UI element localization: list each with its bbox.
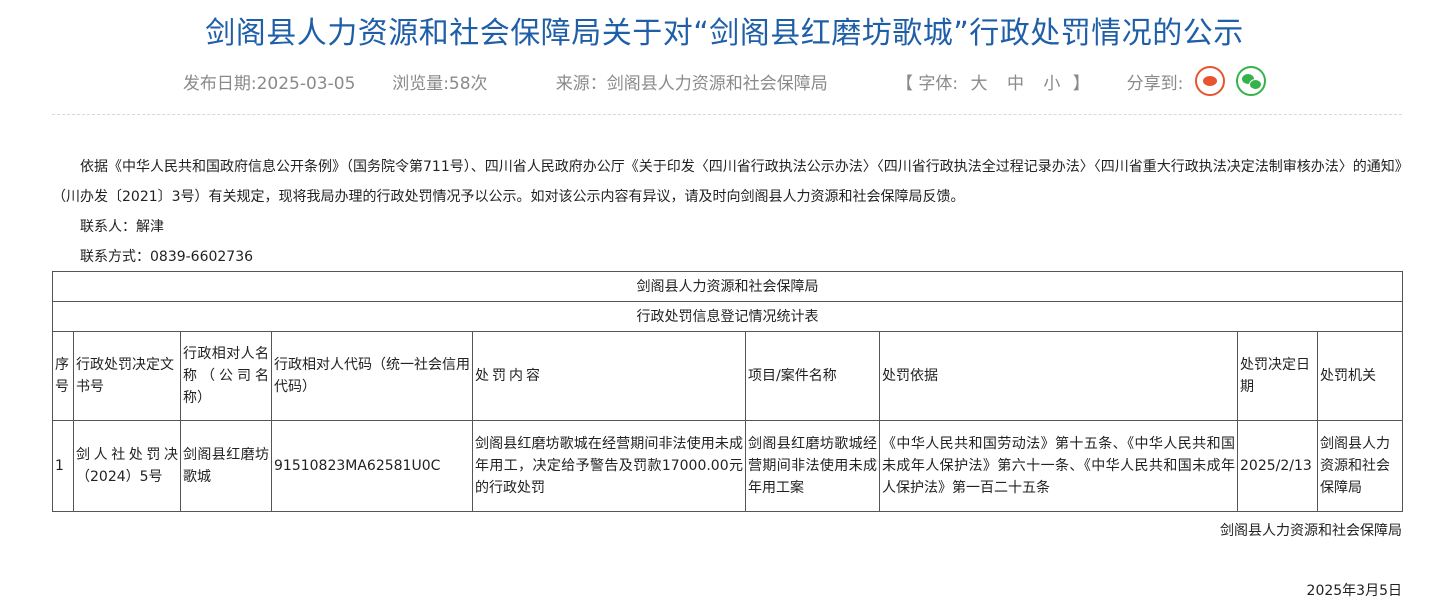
table-caption-2: 行政处罚信息登记情况统计表 bbox=[51, 301, 1404, 332]
intro-paragraph: 依据《中华人民共和国政府信息公开条例》（国务院令第711号）、四川省人民政府办公… bbox=[52, 159, 1402, 205]
publish-date: 发布日期:2025-03-05 bbox=[182, 73, 356, 94]
header-seq: 序号 bbox=[52, 331, 74, 421]
cell-basis: 《中华人民共和国劳动法》第十五条、《中华人民共和国未成年人保护法》第六十一条、《… bbox=[879, 420, 1238, 512]
header-doc-no: 行政处罚决定文书号 bbox=[73, 331, 181, 421]
cell-case-name: 剑阁县红磨坊歌城经营期间非法使用未成年用工案 bbox=[745, 420, 880, 512]
font-size-bracket-close: 】 bbox=[1072, 73, 1090, 94]
header-party-code: 行政相对人代码（统一社会信用代码） bbox=[271, 331, 473, 421]
header-decision-date: 处罚决定日期 bbox=[1237, 331, 1318, 421]
header-content: 处罚内容 bbox=[472, 331, 746, 421]
header-case-name: 项目/案件名称 bbox=[745, 331, 880, 421]
weibo-icon[interactable] bbox=[1194, 66, 1225, 96]
footer-date: 2025年3月5日 bbox=[1306, 583, 1402, 599]
footer-signature: 剑阁县人力资源和社会保障局 bbox=[1220, 523, 1402, 539]
view-count: 浏览量:58次 bbox=[392, 73, 488, 94]
page-title: 剑阁县人力资源和社会保障局关于对“剑阁县红磨坊歌城”行政处罚情况的公示 bbox=[205, 16, 1244, 51]
contact-phone: 联系方式：0839-6602736 bbox=[80, 249, 254, 265]
header-basis: 处罚依据 bbox=[879, 331, 1238, 421]
penalty-table: 剑阁县人力资源和社会保障局 行政处罚信息登记情况统计表 序号 行政处罚决定文书号… bbox=[51, 271, 1404, 512]
cell-decision-date: 2025/2/13 bbox=[1237, 420, 1318, 512]
source-label: 来源：剑阁县人力资源和社会保障局 bbox=[555, 73, 828, 94]
header-divider bbox=[52, 114, 1402, 115]
cell-party-code: 91510823MA62581U0C bbox=[271, 420, 473, 512]
table-caption-1: 剑阁县人力资源和社会保障局 bbox=[51, 271, 1404, 302]
cell-seq: 1 bbox=[52, 420, 74, 512]
font-medium-button[interactable]: 中 bbox=[1007, 69, 1024, 94]
contact-person: 联系人：解津 bbox=[80, 219, 164, 235]
cell-authority: 剑阁县人力资源和社会保障局 bbox=[1316, 420, 1404, 512]
cell-content: 剑阁县红磨坊歌城在经营期间非法使用未成年用工，决定给予警告及罚款17000.00… bbox=[472, 420, 746, 512]
cell-party-name: 剑阁县红磨坊歌城 bbox=[180, 420, 272, 512]
wechat-icon[interactable] bbox=[1236, 66, 1267, 96]
share-label: 分享到: bbox=[1126, 73, 1184, 94]
table-header-row: 序号 行政处罚决定文书号 行政相对人名称（公司名称） 行政相对人代码（统一社会信… bbox=[52, 331, 1404, 421]
header-authority: 处罚机关 bbox=[1316, 331, 1404, 421]
header-party-name: 行政相对人名称（公司名称） bbox=[180, 331, 272, 421]
font-small-button[interactable]: 小 bbox=[1043, 69, 1060, 94]
article-meta: 发布日期:2025-03-05 浏览量:58次 来源：剑阁县人力资源和社会保障局… bbox=[0, 66, 1449, 96]
font-size-label: 【 字体: bbox=[896, 73, 959, 94]
cell-doc-no: 剑人社处罚决（2024）5号 bbox=[73, 420, 181, 512]
table-row: 1 剑人社处罚决（2024）5号 剑阁县红磨坊歌城 91510823MA6258… bbox=[52, 420, 1404, 512]
font-large-button[interactable]: 大 bbox=[971, 69, 988, 94]
article-body: 依据《中华人民共和国政府信息公开条例》（国务院令第711号）、四川省人民政府办公… bbox=[52, 152, 1402, 272]
